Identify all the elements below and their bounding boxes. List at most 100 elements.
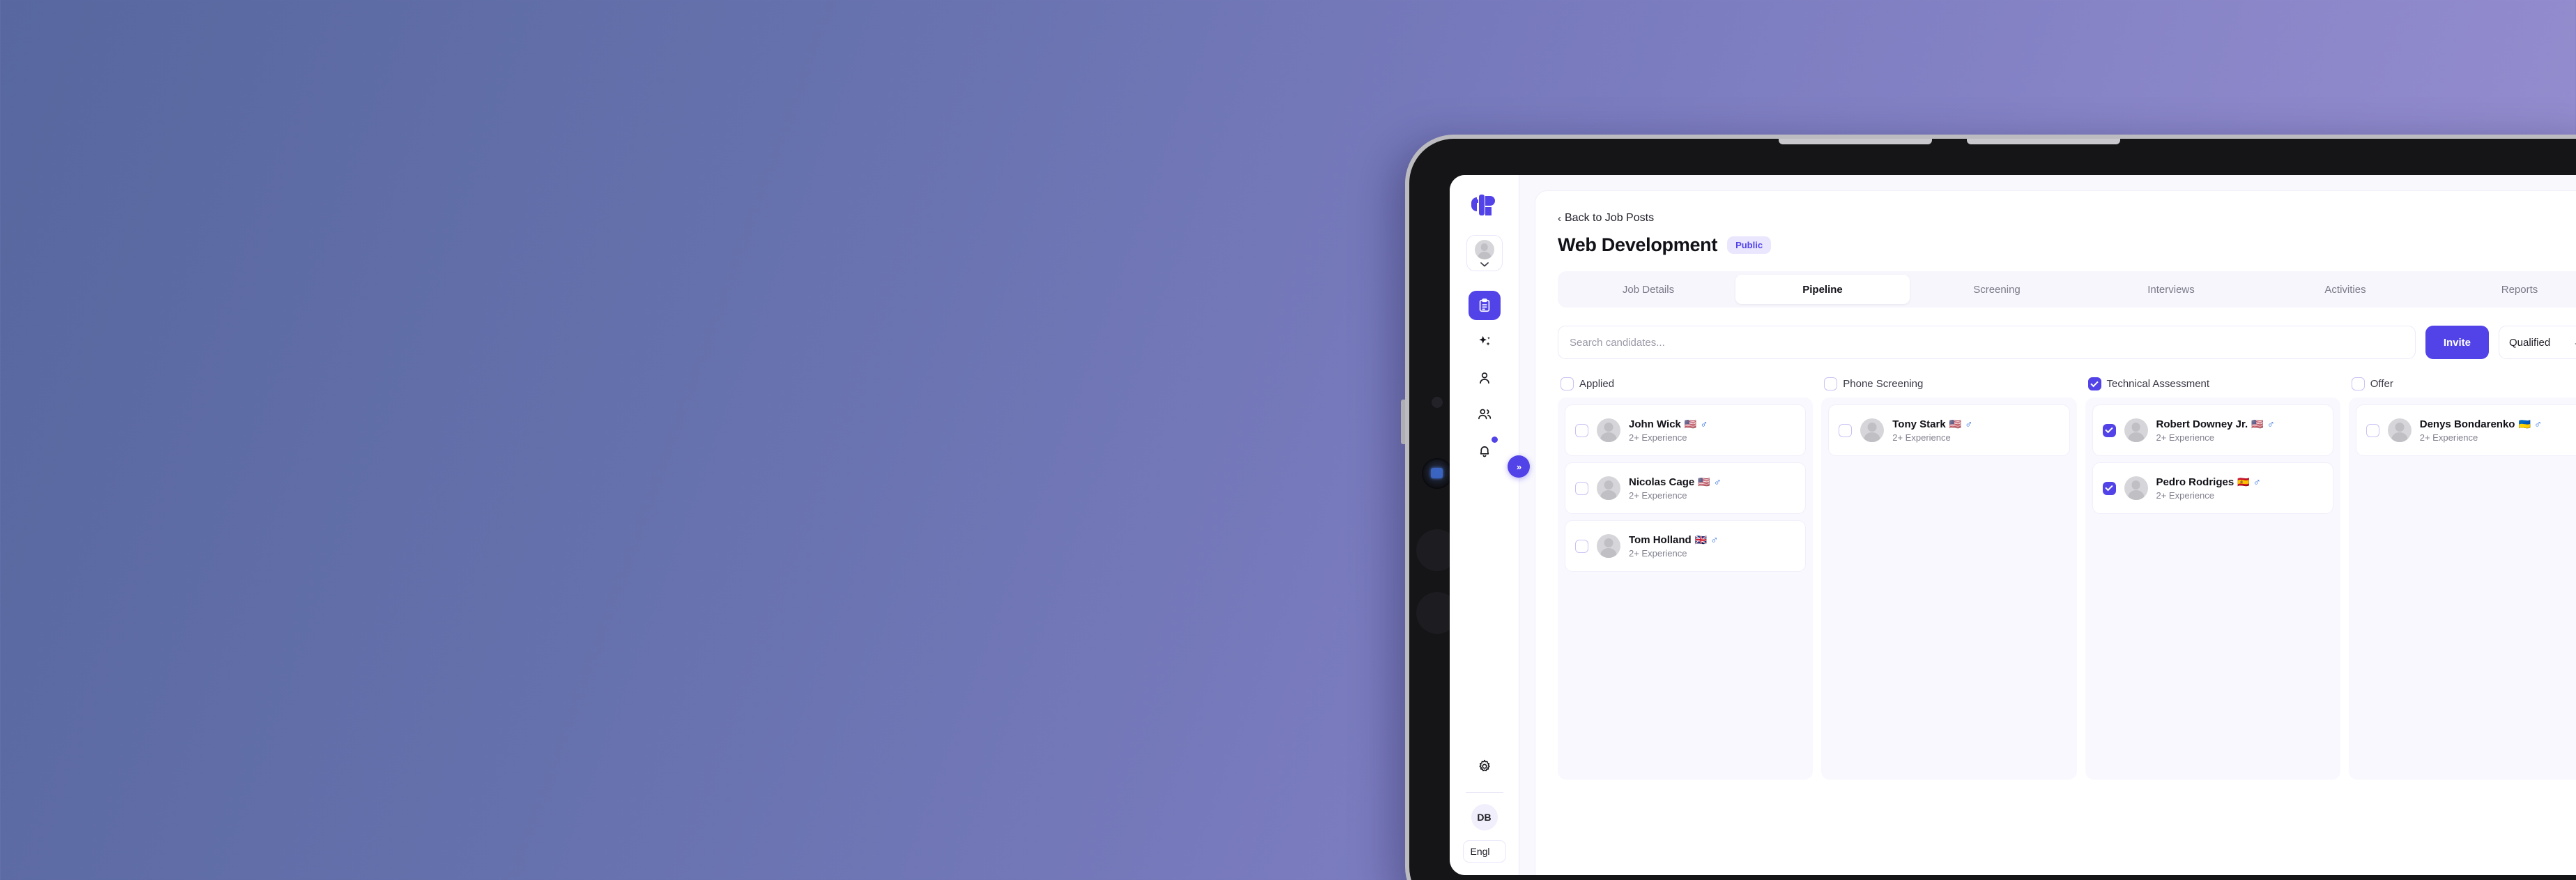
tab-label: Activities <box>2324 283 2366 296</box>
device-bezel: » DB Engl ‹ Back to Job Posts Web Develo… <box>1409 139 2576 880</box>
device-side-button[interactable] <box>1401 400 1405 444</box>
column-dropzone[interactable]: Denys Bondarenko 🇺🇦 ♂ 2+ Experience <box>2348 397 2576 780</box>
country-flag-icon: 🇺🇸 <box>2251 418 2264 430</box>
column-dropzone[interactable]: Tony Stark 🇺🇸 ♂ 2+ Experience <box>1821 397 2077 780</box>
chevron-down-icon: ⌄ <box>2573 337 2576 347</box>
status-filter-select[interactable]: Qualified ⌄ <box>2499 326 2576 359</box>
candidate-name: Robert Downey Jr. <box>2156 418 2248 430</box>
country-flag-icon: 🇺🇸 <box>1698 476 1710 487</box>
chevron-left-icon: ‹ <box>1558 212 1561 225</box>
tab-interviews[interactable]: Interviews <box>2084 275 2258 304</box>
column-dropzone[interactable]: Robert Downey Jr. 🇺🇸 ♂ 2+ Experience Pedro R… <box>2085 397 2340 780</box>
status-badge: Public <box>1727 236 1772 254</box>
search-input[interactable] <box>1558 326 2416 359</box>
avatar <box>2124 476 2148 500</box>
gender-icon: ♂ <box>1710 533 1719 546</box>
tab-job-details[interactable]: Job Details <box>1561 275 1735 304</box>
column-select-checkbox[interactable] <box>1561 377 1574 390</box>
tab-screening[interactable]: Screening <box>1910 275 2084 304</box>
candidate-select-checkbox[interactable] <box>1575 539 1588 553</box>
tab-pipeline[interactable]: Pipeline <box>1735 275 1910 304</box>
candidate-name-row: Pedro Rodriges 🇪🇸 ♂ <box>2156 476 2261 488</box>
candidate-select-checkbox[interactable] <box>1575 423 1588 437</box>
avatar <box>1597 476 1620 500</box>
candidate-info: John Wick 🇺🇸 ♂ 2+ Experience <box>1629 418 1708 443</box>
invite-button[interactable]: Invite <box>2425 326 2489 359</box>
profile-switcher[interactable] <box>1466 235 1503 271</box>
candidate-info: Robert Downey Jr. 🇺🇸 ♂ 2+ Experience <box>2156 418 2275 443</box>
candidate-card[interactable]: Tony Stark 🇺🇸 ♂ 2+ Experience <box>1828 404 2070 456</box>
device-sensor-grille <box>1967 139 2120 144</box>
breadcrumb[interactable]: ‹ Back to Job Posts <box>1558 212 1654 225</box>
candidate-card[interactable]: Tom Holland 🇬🇧 ♂ 2+ Experience <box>1565 520 1807 572</box>
candidate-name-row: Denys Bondarenko 🇺🇦 ♂ <box>2420 418 2542 430</box>
candidate-experience: 2+ Experience <box>2156 432 2214 443</box>
sidebar-item-teams[interactable] <box>1469 400 1501 429</box>
candidate-card[interactable]: Denys Bondarenko 🇺🇦 ♂ 2+ Experience <box>2355 404 2576 456</box>
chevrons-right-icon: » <box>1516 461 1521 472</box>
candidate-select-checkbox[interactable] <box>2366 423 2379 437</box>
candidate-name-row: Robert Downey Jr. 🇺🇸 ♂ <box>2156 418 2275 430</box>
tab-activities[interactable]: Activities <box>2258 275 2432 304</box>
sidebar-item-settings[interactable] <box>1469 752 1501 781</box>
gender-icon: ♂ <box>1713 476 1722 488</box>
candidate-name-row: John Wick 🇺🇸 ♂ <box>1629 418 1708 430</box>
column-header: Technical Assessment <box>2085 377 2340 397</box>
board-column: Offer Denys Bondarenko 🇺🇦 ♂ 2+ Experience <box>2348 377 2576 780</box>
candidate-card[interactable]: John Wick 🇺🇸 ♂ 2+ Experience <box>1565 404 1807 456</box>
candidate-select-checkbox[interactable] <box>1575 481 1588 495</box>
brand-logo-icon[interactable] <box>1470 193 1499 217</box>
candidate-name-row: Tom Holland 🇬🇧 ♂ <box>1629 534 1718 546</box>
candidate-experience: 2+ Experience <box>1629 432 1687 443</box>
collapse-sidebar-button[interactable]: » <box>1508 455 1530 478</box>
device-frame: » DB Engl ‹ Back to Job Posts Web Develo… <box>1401 135 2576 880</box>
bell-icon <box>1480 446 1489 457</box>
sparkles-icon <box>1478 335 1490 346</box>
column-select-checkbox[interactable] <box>1824 377 1838 390</box>
sidebar-item-notifications[interactable] <box>1469 436 1501 465</box>
candidate-card[interactable]: Pedro Rodriges 🇪🇸 ♂ 2+ Experience <box>2092 462 2333 514</box>
board-column: Applied John Wick 🇺🇸 ♂ 2+ Experience Nicolas … <box>1558 377 1814 780</box>
app-screen: » DB Engl ‹ Back to Job Posts Web Develo… <box>1450 175 2576 875</box>
gear-icon <box>1478 759 1490 772</box>
avatar <box>1474 240 1494 259</box>
board-column: Phone Screening Tony Stark 🇺🇸 ♂ 2+ Experienc… <box>1821 377 2077 780</box>
clipboard-icon <box>1479 298 1489 312</box>
user-avatar-initials[interactable]: DB <box>1471 804 1498 830</box>
candidate-info: Tony Stark 🇺🇸 ♂ 2+ Experience <box>1892 418 1972 443</box>
avatar <box>1860 418 1885 442</box>
column-label: Phone Screening <box>1843 378 1924 390</box>
tab-reports[interactable]: Reports <box>2432 275 2576 304</box>
column-dropzone[interactable]: John Wick 🇺🇸 ♂ 2+ Experience Nicolas Cage 🇺🇸 ♂… <box>1558 397 1814 780</box>
language-selector[interactable]: Engl <box>1462 840 1506 863</box>
candidate-select-checkbox[interactable] <box>2102 423 2116 437</box>
sidebar-item-job-posts[interactable] <box>1468 291 1501 320</box>
column-select-checkbox[interactable] <box>2351 377 2365 390</box>
toolbar: Invite Qualified ⌄ <box>1558 326 2576 359</box>
column-header: Applied <box>1558 377 1813 397</box>
candidate-name: Tom Holland <box>1629 533 1692 546</box>
column-select-checkbox[interactable] <box>2087 377 2101 390</box>
tab-bar: Job Details Pipeline Screening Interviews Ac… <box>1558 271 2576 308</box>
column-header: Phone Screening <box>1821 377 2076 397</box>
title-row: Web Development Public <box>1558 234 2576 256</box>
sidebar-item-candidates[interactable] <box>1469 363 1501 393</box>
chevron-down-icon <box>1480 262 1489 267</box>
candidate-info: Pedro Rodriges 🇪🇸 ♂ 2+ Experience <box>2156 476 2261 501</box>
device-camera-icon <box>1422 458 1452 489</box>
board-column: Technical Assessment Robert Downey Jr. 🇺🇸 ♂… <box>2085 377 2340 780</box>
gender-icon: ♂ <box>1700 418 1708 430</box>
candidate-select-checkbox[interactable] <box>2102 481 2116 495</box>
candidate-name-row: Nicolas Cage 🇺🇸 ♂ <box>1629 476 1722 488</box>
candidate-select-checkbox[interactable] <box>1839 423 1853 437</box>
candidate-card[interactable]: Robert Downey Jr. 🇺🇸 ♂ 2+ Experience <box>2092 404 2333 456</box>
column-label: Applied <box>1579 378 1615 390</box>
candidate-name-row: Tony Stark 🇺🇸 ♂ <box>1892 418 1972 430</box>
tab-label: Interviews <box>2147 283 2195 296</box>
country-flag-icon: 🇬🇧 <box>1694 533 1708 545</box>
candidate-name: Denys Bondarenko <box>2419 418 2515 430</box>
tab-label: Reports <box>2501 283 2538 296</box>
candidate-card[interactable]: Nicolas Cage 🇺🇸 ♂ 2+ Experience <box>1565 462 1807 514</box>
candidate-name: Tony Stark <box>1892 418 1946 430</box>
sidebar-item-ai-assistant[interactable] <box>1469 327 1501 356</box>
